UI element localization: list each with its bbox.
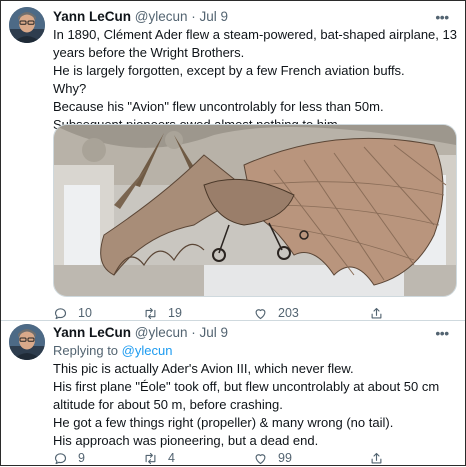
timeline-frame: Yann LeCun @ylecun · Jul 9 ••• In 1890, … (0, 0, 466, 466)
retweet-count: 4 (168, 451, 175, 465)
tweet-header: Yann LeCun @ylecun · Jul 9 (53, 8, 228, 26)
retweet-button[interactable]: 4 (143, 449, 175, 467)
replying-handle-link[interactable]: @ylecun (122, 343, 173, 358)
tweet-text-line: He got a few things right (propeller) & … (53, 415, 394, 430)
tweet-header: Yann LeCun @ylecun · Jul 9 (53, 324, 228, 342)
tweet-text: This pic is actually Ader's Avion III, w… (53, 360, 457, 450)
tweet-text-line: His approach was pioneering, but a dead … (53, 433, 319, 448)
retweet-icon (145, 307, 156, 319)
more-icon[interactable]: ••• (433, 326, 451, 340)
separator: · (191, 325, 196, 340)
like-icon (255, 453, 266, 464)
reply-count: 9 (78, 451, 85, 465)
tweet-text-line: Why? (53, 81, 87, 96)
tweet-text-line: Because his "Avion" flew uncontrolably f… (53, 99, 384, 114)
avatar[interactable] (9, 324, 45, 360)
share-icon (371, 307, 382, 318)
avatar[interactable] (9, 7, 45, 43)
author-handle[interactable]: @ylecun (135, 9, 188, 24)
tweet-actions: 9 4 99 (53, 449, 453, 467)
retweet-count: 19 (168, 306, 182, 320)
like-button[interactable]: 99 (253, 449, 292, 467)
tweet-text-line: He is largely forgotten, except by a few… (53, 63, 405, 78)
tweet-text-line: years before the Wright Brothers. (53, 45, 245, 60)
author-handle[interactable]: @ylecun (135, 325, 188, 340)
author-name[interactable]: Yann LeCun (53, 9, 131, 24)
like-count: 203 (278, 306, 299, 320)
tweet[interactable]: Yann LeCun @ylecun · Jul 9 ••• Replying … (1, 321, 465, 465)
tweet-text-line: In 1890, Clément Ader flew a steam-power… (53, 27, 457, 42)
tweet-media-photo[interactable] (53, 124, 457, 297)
retweet-icon (145, 452, 156, 464)
replying-to: Replying to @ylecun (53, 342, 172, 360)
more-icon[interactable]: ••• (433, 10, 451, 24)
tweet-date[interactable]: Jul 9 (200, 325, 229, 340)
tweet-text-line: His first plane "Éole" took off, but fle… (53, 379, 440, 394)
share-button[interactable] (369, 449, 394, 467)
tweet-text: In 1890, Clément Ader flew a steam-power… (53, 26, 457, 134)
tweet-text-line: altitude for about 50 m, before crashing… (53, 397, 283, 412)
share-icon (371, 452, 382, 463)
tweet[interactable]: Yann LeCun @ylecun · Jul 9 ••• In 1890, … (1, 1, 465, 321)
replying-label: Replying to (53, 343, 119, 358)
separator: · (191, 9, 196, 24)
like-icon (255, 308, 266, 319)
like-count: 99 (278, 451, 292, 465)
tweet-date[interactable]: Jul 9 (200, 9, 229, 24)
reply-count: 10 (78, 306, 92, 320)
reply-icon (54, 307, 67, 319)
reply-button[interactable]: 9 (53, 449, 85, 467)
tweet-text-line: This pic is actually Ader's Avion III, w… (53, 361, 354, 376)
reply-icon (54, 452, 67, 464)
author-name[interactable]: Yann LeCun (53, 325, 131, 340)
